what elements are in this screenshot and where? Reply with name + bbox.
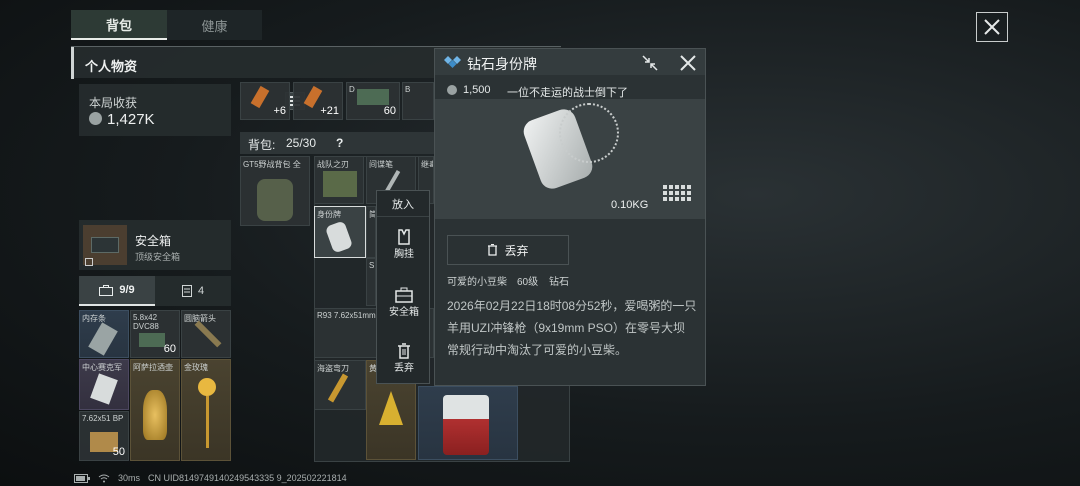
uid-text: CN UID8149749140249543335 9_202502221814: [148, 473, 347, 483]
cards-value: 4: [197, 285, 205, 297]
item-flask[interactable]: 阿萨拉酒壶: [130, 359, 180, 461]
item-label: S: [369, 261, 375, 270]
income-label: 本局收获: [89, 96, 138, 110]
bag-item-cutlass[interactable]: 海盗弯刀: [314, 360, 366, 410]
item-label: 中心赛克军: [82, 363, 122, 372]
item-ammo-58[interactable]: 5.8x42 DVC88 60: [130, 310, 180, 358]
slots-counter[interactable]: 9/9: [79, 276, 155, 306]
battery-icon: [74, 473, 90, 483]
top-item-2[interactable]: +21: [293, 82, 343, 120]
menu-label: 丢弃: [394, 363, 414, 374]
vest-icon: [398, 229, 410, 245]
bag-item-s[interactable]: S: [366, 258, 376, 306]
item-count: +21: [320, 105, 339, 117]
card-icon: [181, 285, 192, 297]
ping-value: 30ms: [118, 473, 141, 483]
menu-discard[interactable]: 丢弃: [377, 343, 431, 374]
trash-icon: [488, 244, 498, 256]
item-count: 50: [112, 446, 125, 458]
collapse-icon[interactable]: [641, 54, 659, 72]
item-label: 间谍笔: [369, 160, 393, 169]
briefcase-icon: [99, 284, 114, 296]
header-accent: [71, 47, 74, 79]
income-value: 1,427K: [107, 111, 155, 128]
item-memory[interactable]: 内存条: [79, 310, 129, 358]
item-label: GT5野战背包 全: [243, 160, 301, 169]
menu-label: 安全箱: [389, 307, 419, 318]
section-title: 个人物资: [85, 59, 138, 74]
close-icon: [984, 19, 1000, 35]
status-bar: 30ms CN UID8149749140249543335 9_2025022…: [74, 472, 347, 484]
item-label: 战队之刃: [317, 160, 349, 169]
close-button[interactable]: [976, 12, 1008, 42]
discard-button[interactable]: 丢弃: [447, 235, 569, 265]
item-label: 继毒: [421, 160, 433, 169]
detail-flavor: 一位不走运的战士倒下了: [507, 87, 628, 99]
backpack-label: 背包:: [248, 138, 276, 152]
item-gold-rose[interactable]: 金玫瑰: [181, 359, 231, 461]
income-box: 本局收获 1,427K: [79, 84, 305, 136]
trash-icon: [398, 343, 410, 359]
bag-item-paint-can[interactable]: [418, 386, 518, 460]
wifi-icon: [98, 474, 110, 482]
owner-level: 60级: [517, 277, 539, 288]
size-grid-icon: [663, 185, 691, 201]
item-label: 海盗弯刀: [317, 364, 349, 373]
item-center[interactable]: 中心赛克军: [79, 359, 129, 410]
owner-rank: 钻石: [549, 277, 569, 288]
backpack-header: 背包: 25/30 ?: [240, 132, 434, 154]
item-detail-panel: 钻石身份牌 1,500 一位不走运的战士倒下了 0.10KG 丢弃 可爱的小豆柴…: [434, 48, 706, 386]
detail-header: 钻石身份牌: [435, 49, 705, 75]
item-arrow[interactable]: 圆脑箭头: [181, 310, 231, 358]
coin-icon: [89, 112, 102, 125]
safebox-subtitle: 顶级安全箱: [135, 252, 181, 262]
help-icon[interactable]: ?: [336, 136, 343, 150]
top-item-1[interactable]: +6: [240, 82, 290, 120]
context-menu-title: 放入: [377, 191, 429, 217]
cards-counter[interactable]: 4: [155, 276, 231, 306]
detail-title: 钻石身份牌: [467, 56, 537, 72]
detail-close-icon[interactable]: [679, 54, 697, 72]
item-label: 金玫瑰: [184, 363, 208, 372]
menu-vest[interactable]: 胸挂: [377, 229, 431, 260]
item-count: 60: [383, 105, 396, 117]
item-count: +6: [273, 105, 286, 117]
bag-item-blade[interactable]: 战队之刃: [314, 156, 364, 204]
diamond-icon: [444, 56, 461, 68]
safebox-title: 安全箱: [135, 234, 172, 248]
item-ammo-762[interactable]: 7.62x51 BP 50: [79, 411, 129, 461]
bag-item-dogtag[interactable]: 身份牌: [314, 206, 366, 258]
detail-weight: 0.10KG: [611, 199, 649, 211]
owner-name: 可爱的小豆柴: [447, 277, 507, 288]
lock-icon: [85, 258, 93, 266]
item-label: 5.8x42 DVC88: [133, 313, 159, 331]
item-label: D: [349, 85, 355, 94]
detail-description: 2026年02月22日18时08分52秒，爱喝粥的一只羊用UZI冲锋枪（9x19…: [447, 299, 697, 357]
detail-price: 1,500: [463, 84, 491, 96]
safe-box-icon: [395, 287, 413, 303]
item-label: 7.62x51 BP: [82, 414, 124, 423]
item-count: 60: [163, 343, 176, 355]
top-item-4[interactable]: B: [402, 82, 434, 120]
counter-bar: 9/9 4: [79, 276, 231, 306]
context-menu: 放入 胸挂 安全箱 丢弃: [376, 190, 430, 384]
coin-icon: [447, 85, 457, 95]
item-label: 简: [369, 209, 375, 220]
dogtag-image: 0.10KG: [435, 99, 705, 219]
item-label: 身份牌: [317, 210, 341, 219]
item-label: B: [405, 85, 411, 94]
menu-safebox[interactable]: 安全箱: [377, 287, 431, 318]
item-label: 阿萨拉酒壶: [133, 363, 173, 372]
safebox-slot[interactable]: 安全箱 顶级安全箱: [79, 220, 231, 270]
discard-label: 丢弃: [504, 243, 529, 258]
bag-item-backpack[interactable]: GT5野战背包 全: [240, 156, 310, 226]
slots-value: 9/9: [119, 284, 135, 296]
tab-health[interactable]: 健康: [167, 10, 262, 40]
bag-item-simple[interactable]: 简: [366, 206, 376, 258]
backpack-capacity: 25/30: [286, 136, 317, 150]
menu-label: 胸挂: [394, 249, 414, 260]
top-item-3[interactable]: D 60: [346, 82, 400, 120]
tab-backpack[interactable]: 背包: [71, 10, 167, 40]
